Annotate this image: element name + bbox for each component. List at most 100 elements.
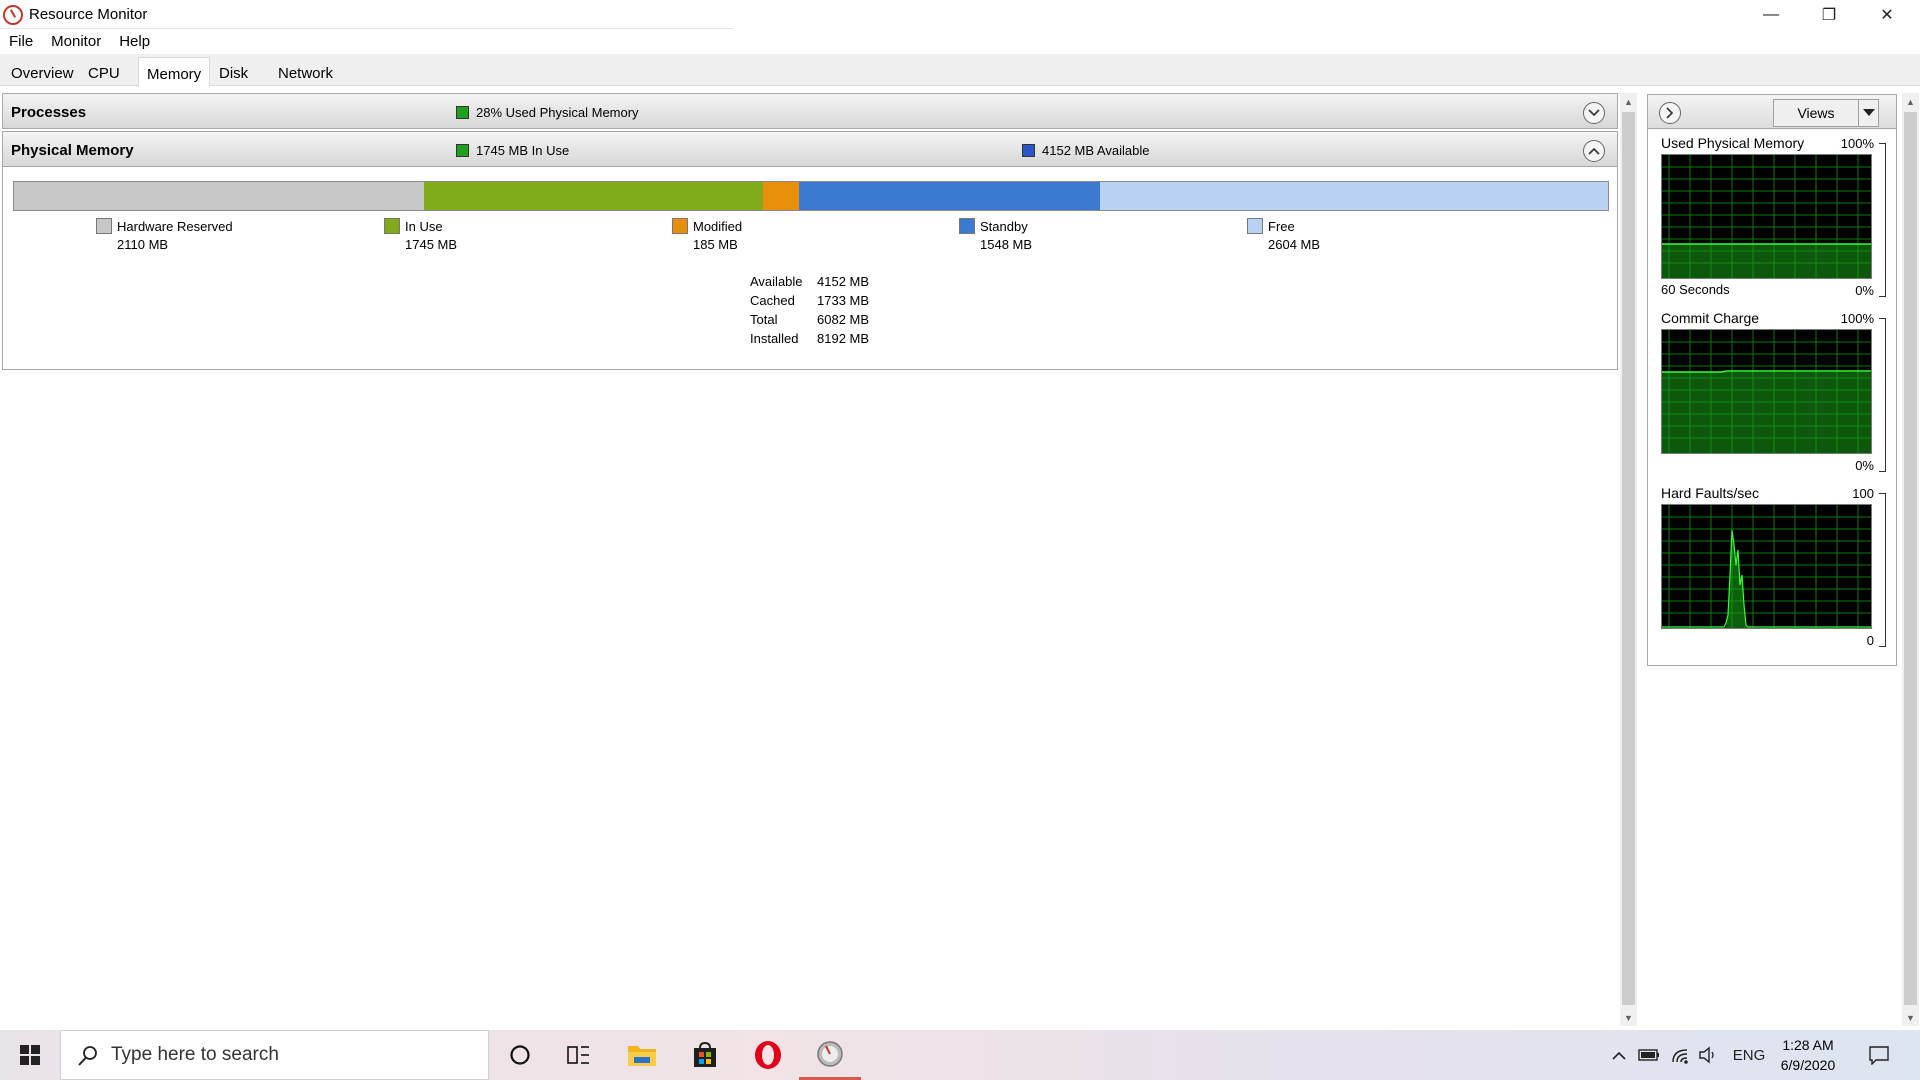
clock[interactable]: 1:28 AM 6/9/2020 [1768, 1035, 1848, 1075]
legend-value: 2110 MB [117, 237, 169, 252]
memory-summary: Available 4152 MB Cached 1733 MB Total 6082… [750, 272, 869, 348]
windows-start-icon[interactable] [0, 1030, 60, 1080]
graph-time-label: 60 Seconds [1661, 282, 1730, 297]
graph-scale-bracket [1879, 493, 1886, 647]
legend-label: Hardware Reserved [117, 218, 233, 234]
processes-stat: 28% Used Physical Memory [456, 105, 639, 120]
title-bar: Resource Monitor — ❐ ✕ [0, 0, 1920, 29]
close-button[interactable]: ✕ [1858, 0, 1916, 29]
legend-label: Modified [693, 218, 743, 234]
in-use-swatch [456, 144, 469, 157]
left-pane: Processes 28% Used Physical Memory Physi… [0, 87, 1640, 1030]
in-use-legend-swatch [384, 218, 400, 234]
graph-title: Used Physical Memory [1661, 135, 1805, 151]
total-label: Total [750, 312, 778, 327]
graph-max-label: 100% [1840, 311, 1874, 326]
file-explorer-icon[interactable] [611, 1030, 673, 1080]
available-stat-text: 4152 MB Available [1042, 143, 1150, 158]
menu-help[interactable]: Help [110, 33, 159, 50]
cached-label: Cached [750, 293, 795, 308]
scroll-up-arrow[interactable]: ▲ [1902, 93, 1919, 110]
graph-scale-bracket [1879, 143, 1886, 297]
resource-monitor-taskbar-icon[interactable] [799, 1030, 861, 1080]
graph-min-label: 0% [1855, 458, 1874, 473]
search-placeholder: Type here to search [111, 1044, 279, 1065]
free-swatch [1247, 218, 1263, 234]
graph-canvas [1661, 329, 1872, 454]
available-swatch [1022, 144, 1035, 157]
graph-min-label: 0% [1855, 283, 1874, 298]
tab-overview[interactable]: Overview [3, 61, 82, 86]
scroll-thumb[interactable] [1904, 112, 1917, 1005]
main-area: Processes 28% Used Physical Memory Physi… [0, 87, 1920, 1030]
dropdown-arrow-icon[interactable] [1858, 100, 1878, 126]
hardware-reserved-segment [14, 182, 424, 210]
graph-max-label: 100 [1852, 486, 1874, 501]
legend-hardware-reserved: Hardware Reserved 2110 MB [96, 218, 233, 252]
menu-monitor[interactable]: Monitor [42, 33, 110, 50]
legend-in-use: In Use 1745 MB [384, 218, 457, 252]
wifi-icon[interactable] [1670, 1045, 1692, 1065]
tab-cpu[interactable]: CPU [80, 61, 128, 86]
legend-standby: Standby 1548 MB [959, 218, 1032, 252]
menu-bar: File Monitor Help [0, 29, 1920, 54]
show-hidden-icons-chevron-icon[interactable] [1608, 1045, 1630, 1065]
microsoft-store-icon[interactable] [674, 1030, 736, 1080]
legend-label: In Use [405, 218, 443, 234]
graph-min-label: 0 [1866, 633, 1874, 648]
cortana-icon[interactable] [489, 1030, 551, 1080]
taskbar: Type here to search ENG 1:28 AM 6/9/2020 [0, 1030, 1920, 1080]
graph-canvas [1661, 504, 1872, 629]
legend-free: Free 2604 MB [1247, 218, 1320, 252]
graph-pane: Views Used Physical Memory 100% 60 Secon… [1647, 94, 1897, 666]
total-value: 6082 MB [817, 312, 870, 327]
installed-label: Installed [750, 331, 799, 346]
available-label: Available [750, 274, 803, 289]
legend-modified: Modified 185 MB [672, 218, 742, 252]
chevron-right-icon[interactable] [1659, 102, 1681, 124]
clock-time: 1:28 AM [1782, 1037, 1834, 1053]
expand-processes-button[interactable] [1583, 102, 1605, 124]
left-pane-scrollbar[interactable]: ▲ ▼ [1620, 93, 1637, 1026]
legend-value: 1745 MB [405, 237, 458, 252]
opera-icon[interactable] [737, 1030, 799, 1080]
maximize-button[interactable]: ❐ [1800, 0, 1858, 29]
used-memory-swatch [456, 106, 469, 119]
graph-toolbar: Views [1648, 95, 1896, 129]
processes-header[interactable]: Processes 28% Used Physical Memory [2, 93, 1618, 129]
views-button[interactable]: Views [1773, 99, 1879, 127]
graph-title: Commit Charge [1661, 310, 1760, 326]
tab-memory[interactable]: Memory [138, 57, 211, 87]
taskbar-search-box[interactable]: Type here to search [60, 1030, 489, 1080]
battery-icon[interactable] [1638, 1045, 1660, 1065]
legend-label: Free [1268, 218, 1295, 234]
resource-monitor-icon [3, 4, 23, 25]
scroll-thumb[interactable] [1622, 112, 1635, 1005]
search-icon [77, 1045, 97, 1066]
graph-pane-scrollbar[interactable]: ▲ ▼ [1902, 93, 1919, 1026]
scroll-up-arrow[interactable]: ▲ [1620, 93, 1637, 110]
processes-title: Processes [11, 104, 87, 121]
in-use-stat-text: 1745 MB In Use [476, 143, 570, 158]
collapse-physical-memory-button[interactable] [1583, 140, 1605, 162]
tab-bar: Overview CPU Memory Disk Network [0, 54, 1920, 87]
volume-icon[interactable] [1697, 1045, 1719, 1065]
action-center-icon[interactable] [1868, 1045, 1890, 1065]
in-use-segment [424, 182, 763, 210]
tab-network[interactable]: Network [270, 61, 341, 86]
physical-memory-header[interactable]: Physical Memory 1745 MB In Use 4152 MB A… [2, 131, 1618, 167]
menu-file[interactable]: File [0, 33, 42, 50]
modified-segment [763, 182, 799, 210]
scroll-down-arrow[interactable]: ▼ [1620, 1009, 1637, 1026]
scroll-down-arrow[interactable]: ▼ [1902, 1009, 1919, 1026]
window-title: Resource Monitor [29, 6, 148, 23]
clock-date: 6/9/2020 [1780, 1057, 1836, 1073]
graph-scale-bracket [1879, 318, 1886, 472]
free-segment [1100, 182, 1608, 210]
language-indicator[interactable]: ENG [1733, 1045, 1766, 1065]
task-view-icon[interactable] [548, 1030, 610, 1080]
cached-value: 1733 MB [817, 293, 870, 308]
minimize-button[interactable]: — [1742, 0, 1800, 29]
tab-disk[interactable]: Disk [211, 61, 256, 86]
graph-title: Hard Faults/sec [1661, 485, 1760, 501]
